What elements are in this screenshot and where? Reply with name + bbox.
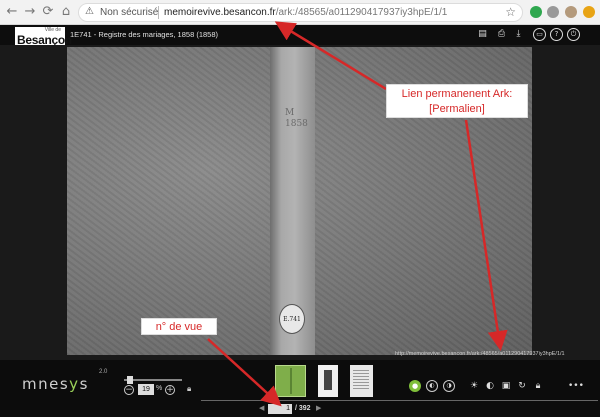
- url-host: memoirevive.besancon.fr: [164, 7, 276, 18]
- fullscreen-icon[interactable]: ▭: [533, 28, 546, 41]
- extensions-puzzle-icon[interactable]: [547, 6, 559, 18]
- brand-text: mnes: [22, 375, 70, 393]
- home-icon[interactable]: ⌂: [58, 4, 74, 20]
- info-panel-icon[interactable]: ▤: [476, 28, 489, 41]
- zoom-in-button[interactable]: +: [165, 385, 175, 395]
- page-number-input[interactable]: 1: [268, 404, 292, 414]
- address-bar[interactable]: ⚠ Non sécurisé memoirevive.besancon.fr/a…: [78, 3, 523, 22]
- bookmark-star-icon[interactable]: ☆: [505, 5, 516, 19]
- forward-icon[interactable]: →: [22, 4, 38, 20]
- zoom-out-button[interactable]: −: [124, 385, 134, 395]
- page-scrollbar[interactable]: [201, 400, 598, 401]
- spine-call-number-label: E.741: [279, 304, 305, 334]
- spine-inscription: M 1858: [285, 108, 308, 130]
- brand-end: s: [79, 375, 89, 393]
- power-icon[interactable]: ⏻: [567, 28, 580, 41]
- rotate-icon[interactable]: ↻: [516, 380, 528, 392]
- permalink-text[interactable]: http://memoirevive.besancon.fr/ark:/4856…: [395, 351, 565, 357]
- permalink-callout: Lien permanenent Ark: [Permalien]: [386, 84, 528, 118]
- thumbnail-page-3[interactable]: [350, 365, 373, 397]
- zoom-slider-handle[interactable]: [127, 376, 133, 384]
- extension-toggle-icon[interactable]: [530, 6, 542, 18]
- print-icon[interactable]: ⎙: [495, 28, 508, 41]
- more-options-icon[interactable]: •••: [568, 380, 584, 392]
- view-number-callout: n° de vue: [141, 318, 217, 335]
- thumbnail-current[interactable]: [275, 365, 306, 397]
- help-icon[interactable]: ?: [550, 28, 563, 41]
- image-adjust-icon[interactable]: ▣: [500, 380, 512, 392]
- back-icon[interactable]: ←: [4, 4, 20, 20]
- address-divider: [158, 6, 159, 19]
- document-title: 1E741 - Registre des mariages, 1858 (185…: [70, 30, 219, 39]
- download-icon[interactable]: ⤓: [512, 28, 525, 41]
- prev-page-icon[interactable]: ◀: [259, 404, 264, 412]
- url-path: /ark:/48565/a011290417937iy3hpE/1/1: [275, 7, 448, 18]
- reload-icon[interactable]: ⟳: [40, 4, 56, 20]
- page-total: / 392: [295, 405, 311, 412]
- contrast-icon[interactable]: ◐: [484, 380, 496, 392]
- next-page-icon[interactable]: ▶: [316, 404, 321, 412]
- permalink-callout-line1: Lien permanenent Ark:: [401, 88, 513, 100]
- permalink-callout-line2: [Permalien]: [429, 103, 485, 115]
- warning-icon[interactable]: ⚠: [85, 6, 94, 17]
- lock-icon[interactable]: 🔒︎: [187, 384, 191, 394]
- update-icon[interactable]: [583, 6, 595, 18]
- zoom-unit: %: [156, 385, 163, 392]
- thumbnail-next[interactable]: [318, 365, 338, 397]
- mnesys-logo: mnesys: [22, 375, 89, 393]
- spine-inscription-line1: M: [285, 108, 295, 118]
- lock-view-icon[interactable]: 🔒︎: [532, 380, 544, 392]
- profile-avatar[interactable]: [565, 6, 577, 18]
- url-text[interactable]: memoirevive.besancon.fr/ark:/48565/a0112…: [164, 7, 447, 18]
- brightness-icon[interactable]: ☀: [468, 380, 480, 392]
- mnesys-version: 2.0: [99, 369, 108, 375]
- brand-y: y: [69, 375, 80, 393]
- spine-inscription-line2: 1858: [285, 119, 308, 129]
- color-mode-icon[interactable]: ●: [409, 380, 421, 392]
- security-label[interactable]: Non sécurisé: [100, 7, 158, 18]
- grayscale-icon[interactable]: ◐: [426, 380, 438, 392]
- zoom-value[interactable]: 19: [138, 384, 154, 395]
- negative-icon[interactable]: ◑: [443, 380, 455, 392]
